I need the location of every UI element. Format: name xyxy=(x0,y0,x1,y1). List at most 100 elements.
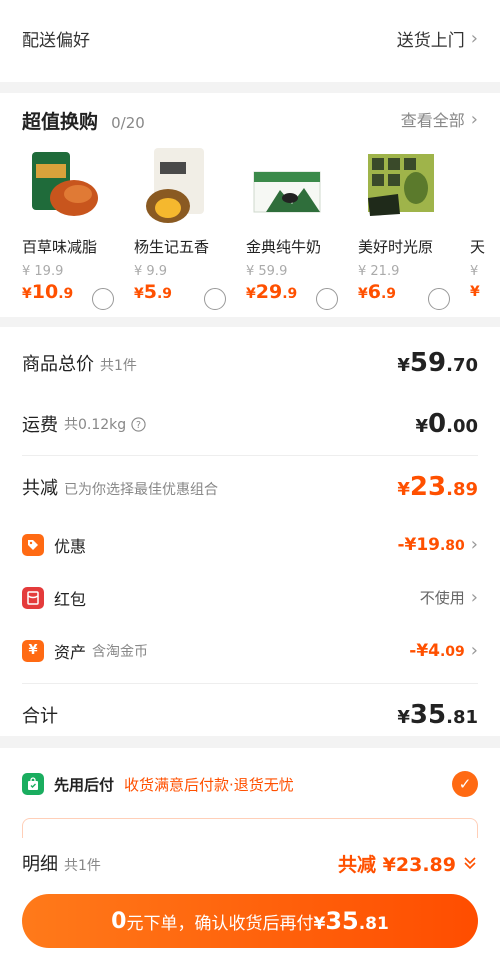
goods-total-amount: ¥59.70 xyxy=(397,348,478,378)
item-price-integer: 6 xyxy=(367,281,381,303)
chevron-right-icon: › xyxy=(470,108,478,130)
item-price-decimal: .9 xyxy=(156,286,173,302)
total-reduction-row: 共减 已为你选择最佳优惠组合 ¥23.89 xyxy=(22,456,478,518)
submit-text: 元下单，确认收货后再付 xyxy=(126,913,314,934)
currency-symbol: ¥ xyxy=(134,286,144,302)
asset-label: 资产 xyxy=(54,642,87,662)
asset-row[interactable]: ¥ 资产 含淘金币 -¥4.09 › xyxy=(22,624,478,677)
bargain-item[interactable]: 美好时光原 ¥ 21.9 ¥6.9 xyxy=(358,148,470,310)
pay-later-row[interactable]: 先用后付 收货满意后付款·退货无忧 ✓ xyxy=(22,748,478,820)
select-radio[interactable] xyxy=(204,288,226,310)
freight-label: 运费 xyxy=(22,415,58,436)
submit-order-button[interactable]: 0 元下单，确认收货后再付 ¥35.81 xyxy=(22,894,478,948)
check-icon[interactable]: ✓ xyxy=(452,771,478,797)
product-image xyxy=(134,148,216,230)
item-name: 杨生记五香 xyxy=(134,238,210,256)
yen-icon: ¥ xyxy=(22,639,44,662)
currency-symbol: ¥ xyxy=(397,479,410,500)
double-chevron-down-icon[interactable] xyxy=(462,855,478,871)
bargain-count: 0/20 xyxy=(111,114,145,132)
total-reduction-amount: ¥23.89 xyxy=(397,472,478,502)
goods-total-integer: 59 xyxy=(409,348,447,378)
help-circle-icon[interactable]: ? xyxy=(131,416,146,432)
discount-row[interactable]: 优惠 -¥19.80 › xyxy=(22,518,478,571)
pay-later-subtitle: 收货满意后付款·退货无忧 xyxy=(124,775,294,794)
submit-amount: ¥35.81 xyxy=(313,907,388,935)
detail-reduction-decimal: .89 xyxy=(422,853,456,876)
chevron-right-icon: › xyxy=(470,28,478,49)
detail-count: 共1件 xyxy=(64,858,101,874)
bargain-item[interactable]: 金典纯牛奶 ¥ 59.9 ¥29.9 xyxy=(246,148,358,310)
select-radio[interactable] xyxy=(316,288,338,310)
item-price-integer: 5 xyxy=(143,281,157,303)
bargain-header: 超值换购 0/20 查看全部 › xyxy=(0,93,500,141)
bargain-item[interactable]: 百草味减脂 ¥ 19.9 ¥10.9 xyxy=(22,148,134,310)
grand-total-amount: ¥35.81 xyxy=(397,700,478,730)
item-original-price: ¥ 19.9 xyxy=(22,264,64,279)
detail-reduction: 共减 ¥23.89 xyxy=(338,850,456,877)
delivery-preference-value: 送货上门 xyxy=(396,31,465,51)
currency-symbol: ¥ xyxy=(415,416,429,437)
freight-row: 运费 共0.12kg ? ¥0.00 xyxy=(22,399,478,449)
order-summary-section: 商品总价 共1件 ¥59.70 运费 共0.12kg ? ¥0.00 共减 已为你选择… xyxy=(0,327,500,736)
item-price: ¥5.9 xyxy=(134,281,246,303)
chevron-right-icon: › xyxy=(470,587,478,608)
currency-symbol: ¥ xyxy=(313,914,326,934)
currency-symbol: ¥ xyxy=(22,286,32,302)
item-price: ¥ xyxy=(470,281,500,300)
item-price-decimal: .9 xyxy=(380,286,397,302)
freight-weight: 共0.12kg xyxy=(64,417,127,433)
discount-amount: -¥19.80 xyxy=(397,535,464,555)
total-reduction-label: 共减 xyxy=(22,478,58,499)
goods-total-decimal: .70 xyxy=(446,355,478,376)
total-reduction-integer: 23 xyxy=(409,472,447,502)
currency-symbol: ¥ xyxy=(470,284,480,300)
freight-decimal: .00 xyxy=(446,416,478,437)
bargain-item-list: 百草味减脂 ¥ 19.9 ¥10.9 杨生记五香 ¥ 9.9 ¥5.9 金典纯牛… xyxy=(22,148,500,310)
discount-amount-decimal: .80 xyxy=(439,537,465,554)
goods-count: 共1件 xyxy=(100,358,137,374)
goods-total-row: 商品总价 共1件 ¥59.70 xyxy=(22,327,478,399)
svg-text:?: ? xyxy=(136,419,141,430)
red-packet-label: 红包 xyxy=(54,589,87,609)
item-original-price: ¥ 9.9 xyxy=(134,264,168,279)
pay-later-title: 先用后付 xyxy=(54,775,115,794)
discount-amount-main: -¥19 xyxy=(397,534,440,555)
currency-symbol: ¥ xyxy=(246,286,256,302)
item-original-price: ¥ 59.9 xyxy=(246,264,288,279)
detail-label: 明细 xyxy=(22,854,58,875)
chevron-right-icon: › xyxy=(470,534,478,555)
asset-amount: -¥4.09 xyxy=(409,641,465,661)
submit-amount-integer: 35 xyxy=(325,907,359,935)
item-price-integer: 29 xyxy=(255,281,283,303)
item-original-price: ¥ 21.9 xyxy=(358,264,400,279)
select-radio[interactable] xyxy=(92,288,114,310)
item-price-integer: 10 xyxy=(31,281,59,303)
bargain-item[interactable]: 天 ¥ ¥ xyxy=(470,148,500,303)
select-radio[interactable] xyxy=(428,288,450,310)
grand-total-integer: 35 xyxy=(409,700,447,730)
item-price: ¥6.9 xyxy=(358,281,470,303)
detail-row[interactable]: 明细 共1件 共减 ¥23.89 xyxy=(22,838,478,888)
chevron-right-icon: › xyxy=(470,640,478,661)
red-packet-row[interactable]: 红包 不使用 › xyxy=(22,571,478,624)
currency-symbol: ¥ xyxy=(397,355,410,376)
freight-integer: 0 xyxy=(428,409,447,439)
item-price: ¥29.9 xyxy=(246,281,358,303)
currency-symbol: ¥ xyxy=(358,286,368,302)
goods-total-label: 商品总价 xyxy=(22,354,94,375)
delivery-preference-row[interactable]: 配送偏好 送货上门 › xyxy=(22,0,478,82)
red-packet-value: 不使用 xyxy=(419,589,465,607)
freight-amount: ¥0.00 xyxy=(415,409,478,439)
asset-amount-decimal: .09 xyxy=(439,643,465,660)
item-price: ¥10.9 xyxy=(22,281,134,303)
product-image xyxy=(358,148,440,230)
payment-option-panel xyxy=(22,818,478,838)
discount-label: 优惠 xyxy=(54,536,87,556)
currency-symbol: ¥ xyxy=(397,707,410,728)
view-all-link[interactable]: 查看全部 › xyxy=(401,107,478,131)
product-image xyxy=(246,148,328,230)
shopping-bag-check-icon xyxy=(22,773,44,795)
grand-total-row: 合计 ¥35.81 xyxy=(22,684,478,746)
bargain-item[interactable]: 杨生记五香 ¥ 9.9 ¥5.9 xyxy=(134,148,246,310)
